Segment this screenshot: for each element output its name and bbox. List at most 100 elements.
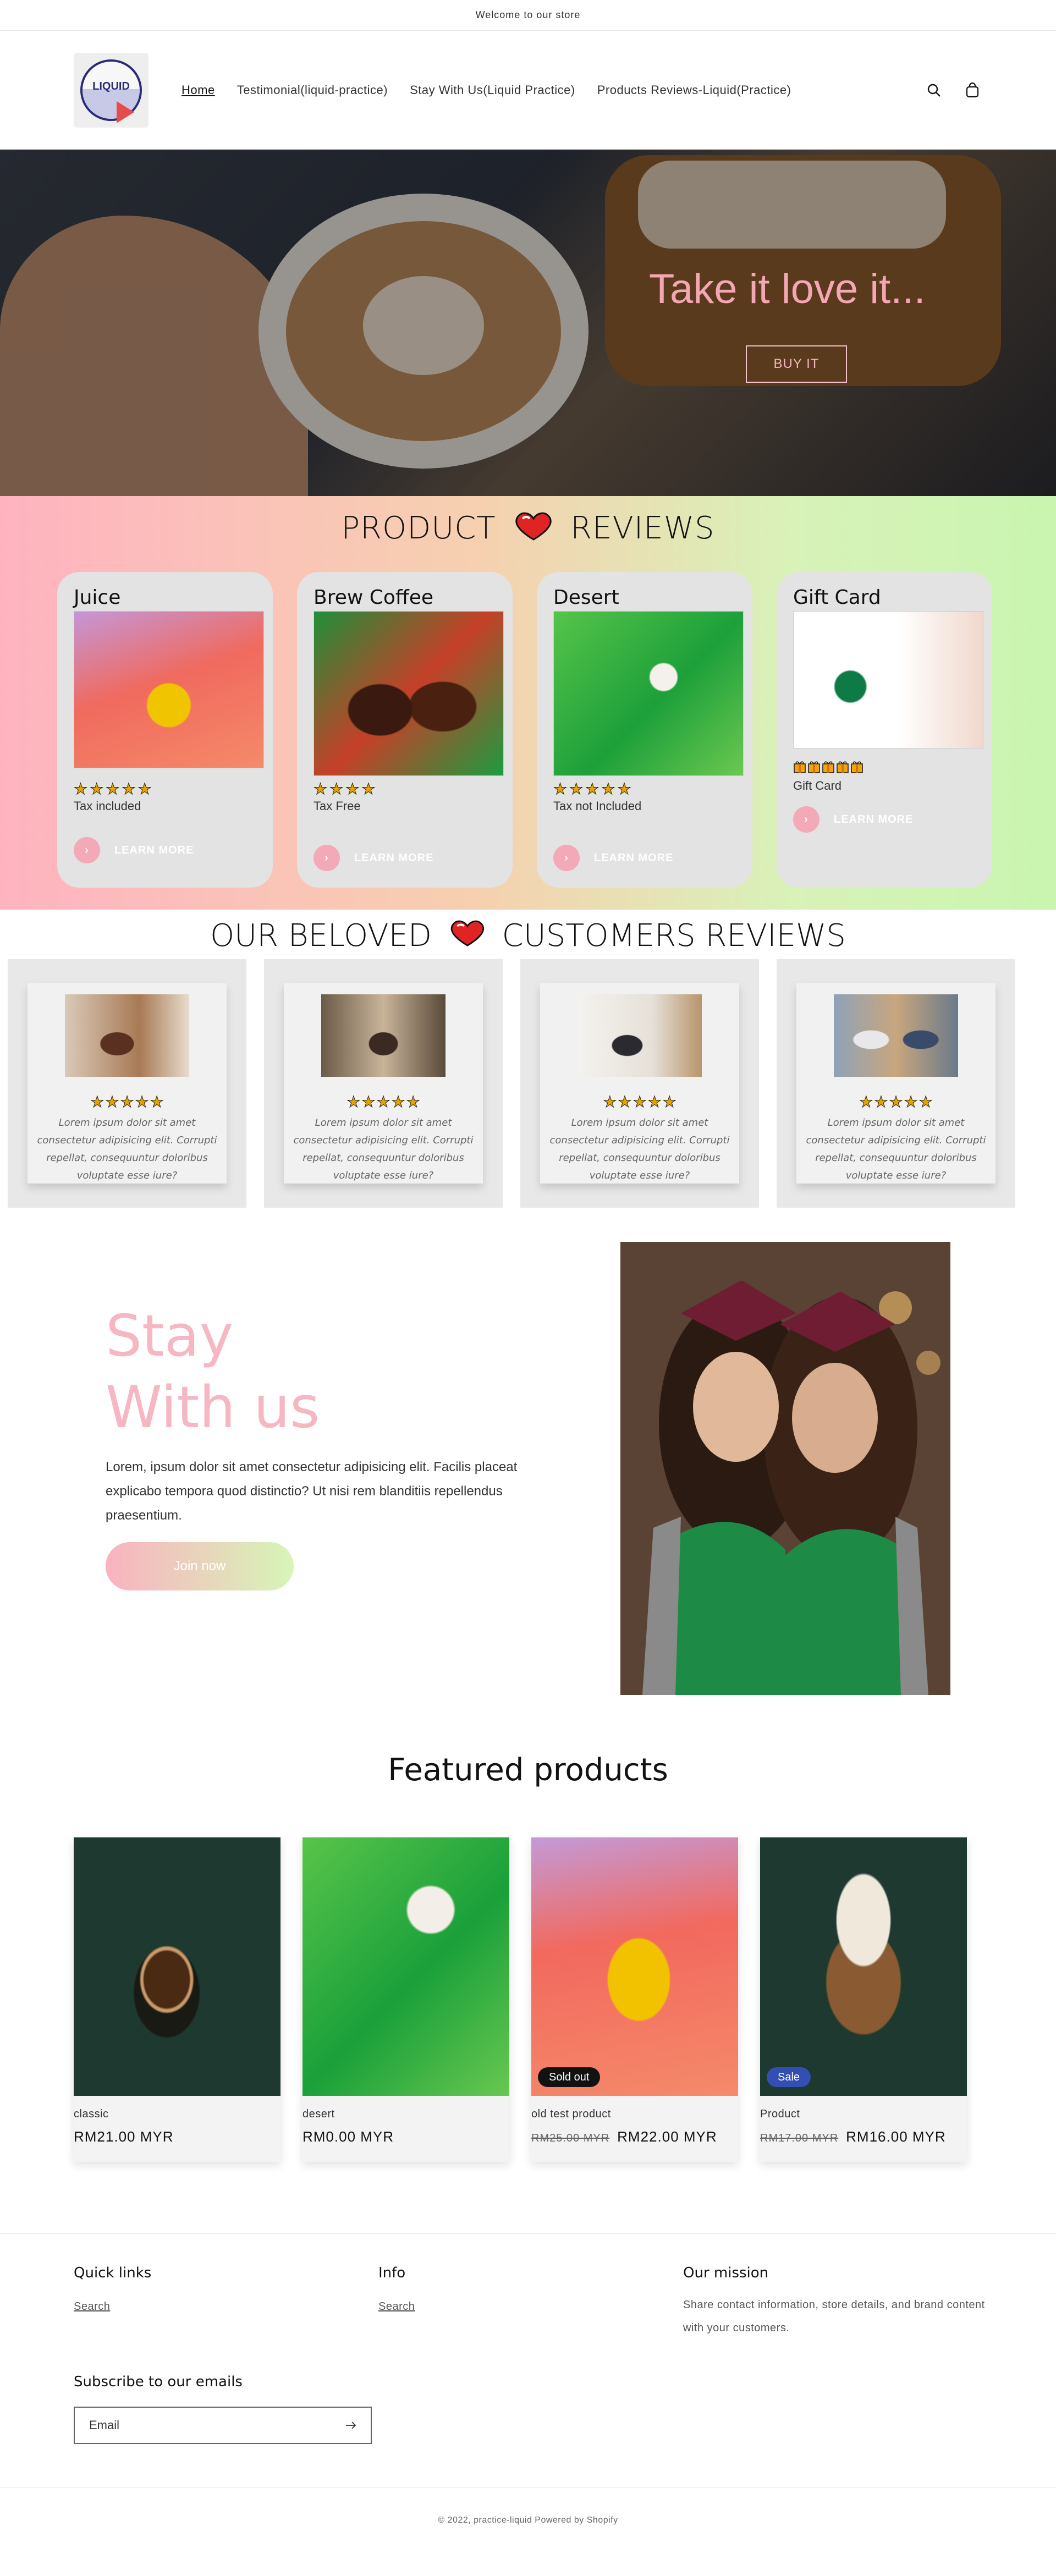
gift-icon: [793, 759, 806, 777]
customer-reviews-title-right: CUSTOMERS REVIEWS: [502, 918, 846, 954]
gift-icon: [807, 759, 821, 777]
star-icon: ★: [904, 1093, 918, 1110]
star-icon: ★: [874, 1093, 888, 1110]
star-icon: ★: [569, 780, 584, 797]
product-card[interactable]: Sale Product RM17.00 MYR RM16.00 MYR: [760, 1837, 967, 2162]
footer-search-link[interactable]: Search: [74, 2300, 151, 2313]
stay-body: Lorem, ipsum dolor sit amet consectetur …: [106, 1460, 518, 1523]
hero-title: Take it love it...: [649, 266, 926, 312]
review-text: Lorem ipsum dolor sit amet consectetur a…: [293, 1117, 474, 1181]
announcement-text: Welcome to our store: [475, 9, 581, 20]
search-icon[interactable]: [924, 80, 944, 100]
product-image: [74, 1837, 280, 2096]
product-review-name: Brew Coffee: [314, 586, 434, 609]
featured-title: Featured products: [388, 1752, 668, 1788]
product-name[interactable]: Product: [760, 2108, 967, 2121]
footer-mission-text: Share contact information, store details…: [683, 2299, 985, 2334]
product-image: Sale: [760, 1837, 967, 2096]
nav-home[interactable]: Home: [182, 83, 215, 97]
stay-heading: Stay With us: [106, 1300, 320, 1443]
desert-image: [553, 611, 744, 776]
rating-stars: ★ ★ ★ ★ ★: [284, 1094, 483, 1110]
rating-stars: ★ ★ ★ ★ ★: [28, 1094, 227, 1110]
stay-with-us-section: Stay With us Lorem, ipsum dolor sit amet…: [0, 1208, 1056, 1752]
store-logo[interactable]: LIQUID: [74, 52, 148, 128]
product-price: RM0.00 MYR: [302, 2128, 509, 2145]
product-name[interactable]: old test product: [531, 2108, 738, 2121]
gift-icon: [850, 759, 864, 777]
product-review-name: Desert: [553, 586, 619, 609]
brew-coffee-image: [314, 611, 504, 776]
star-icon: ★: [106, 780, 120, 797]
product-sale-price: RM22.00 MYR: [617, 2128, 717, 2145]
star-icon: ★: [406, 1093, 420, 1110]
footer-mission-title: Our mission: [683, 2265, 769, 2281]
learn-more-label: LEARN MORE: [594, 851, 674, 864]
product-review-card: Desert ★ ★ ★ ★ ★ Tax not Included › LEARN MO…: [537, 572, 752, 888]
learn-more-button[interactable]: › LEARN MORE: [314, 845, 433, 871]
email-field[interactable]: Email: [74, 2407, 372, 2444]
customer-review-cards: ★ ★ ★ ★ ★ Lorem ipsum dolor sit amet consect…: [0, 959, 1056, 1208]
footer-quick-links-title: Quick links: [74, 2265, 152, 2281]
arrow-right-icon[interactable]: [345, 2418, 356, 2432]
footer-info: Info Search: [378, 2265, 415, 2313]
product-review-cards: Juice ★ ★ ★ ★ ★ Tax included › LEARN MORE Br…: [57, 572, 992, 888]
star-icon: ★: [90, 1093, 105, 1110]
customer-review-inner: ★ ★ ★ ★ ★ Lorem ipsum dolor sit amet consect…: [796, 983, 996, 1184]
learn-more-button[interactable]: › LEARN MORE: [74, 837, 194, 863]
star-icon: ★: [73, 780, 88, 797]
customer-reviews-section: OUR BELOVED CUSTOMERS REVIEWS ★ ★ ★ ★ ★ Lore…: [0, 913, 1056, 1208]
product-review-card: Juice ★ ★ ★ ★ ★ Tax included › LEARN MORE: [57, 572, 273, 888]
nav-testimonial[interactable]: Testimonial(liquid-practice): [237, 83, 388, 97]
learn-more-button[interactable]: › LEARN MORE: [553, 845, 673, 871]
learn-more-button[interactable]: › LEARN MORE: [793, 806, 913, 833]
gift-icon: [822, 759, 835, 777]
product-card[interactable]: classic RM21.00 MYR: [74, 1837, 280, 2162]
gift-card-image: [793, 611, 983, 748]
star-icon: ★: [138, 780, 152, 797]
cart-icon[interactable]: [963, 80, 982, 100]
product-sale-price: RM0.00 MYR: [302, 2128, 394, 2145]
footer-info-search-link[interactable]: Search: [378, 2300, 415, 2313]
star-icon: ★: [361, 1093, 376, 1110]
hero-overlay: [0, 150, 1056, 496]
buy-it-button[interactable]: BUY IT: [746, 345, 847, 383]
product-reviews-title: PRODUCT REVIEWS: [0, 510, 1056, 549]
product-reviews-section: PRODUCT REVIEWS Juice ★ ★ ★ ★ ★ Tax included…: [0, 496, 1056, 910]
product-reviews-title-right: REVIEWS: [570, 510, 715, 546]
star-icon: ★: [313, 780, 328, 797]
hero-banner: Take it love it... BUY IT: [0, 150, 1056, 496]
star-icon: ★: [135, 1093, 149, 1110]
arrow-right-icon: ›: [553, 845, 580, 871]
footer-mission: Our mission Share contact information, s…: [683, 2265, 991, 2340]
review-text: Lorem ipsum dolor sit amet consectetur a…: [806, 1117, 986, 1181]
star-icon: ★: [346, 1093, 361, 1110]
site-header: LIQUID Home Testimonial(liquid-practice)…: [0, 31, 1056, 150]
featured-products-section: Featured products classic RM21.00 MYR de…: [0, 1752, 1056, 2162]
newsletter-signup: Subscribe to our emails Email: [74, 2374, 372, 2444]
stay-heading-line1: Stay: [106, 1302, 234, 1369]
product-card[interactable]: Sold out old test product RM25.00 MYR RM2…: [531, 1837, 738, 2162]
product-card[interactable]: desert RM0.00 MYR: [302, 1837, 509, 2162]
product-name[interactable]: classic: [74, 2108, 280, 2121]
product-sale-price: RM16.00 MYR: [846, 2128, 946, 2145]
star-icon: ★: [617, 780, 631, 797]
customer-review-inner: ★ ★ ★ ★ ★ Lorem ipsum dolor sit amet consect…: [284, 983, 483, 1184]
star-icon: ★: [585, 780, 600, 797]
star-icon: ★: [345, 780, 360, 797]
star-icon: ★: [122, 780, 136, 797]
join-now-button[interactable]: Join now: [106, 1542, 294, 1590]
main-nav: Home Testimonial(liquid-practice) Stay W…: [182, 83, 791, 97]
arrow-right-icon: ›: [74, 837, 100, 863]
star-icon: ★: [889, 1093, 903, 1110]
footer-bottom: © 2022, practice-liquid Powered by Shopi…: [0, 2487, 1056, 2553]
copyright-text: © 2022, practice-liquid Powered by Shopi…: [438, 2515, 618, 2525]
juice-image: [74, 611, 264, 768]
graduates-photo: [620, 1242, 950, 1695]
customer-photo: [321, 994, 446, 1077]
rating-stars: ★ ★ ★ ★ ★: [553, 781, 736, 797]
star-icon: ★: [90, 780, 104, 797]
nav-stay-with-us[interactable]: Stay With Us(Liquid Practice): [410, 83, 575, 97]
nav-products-reviews[interactable]: Products Reviews-Liquid(Practice): [597, 83, 791, 97]
product-name[interactable]: desert: [302, 2108, 509, 2121]
